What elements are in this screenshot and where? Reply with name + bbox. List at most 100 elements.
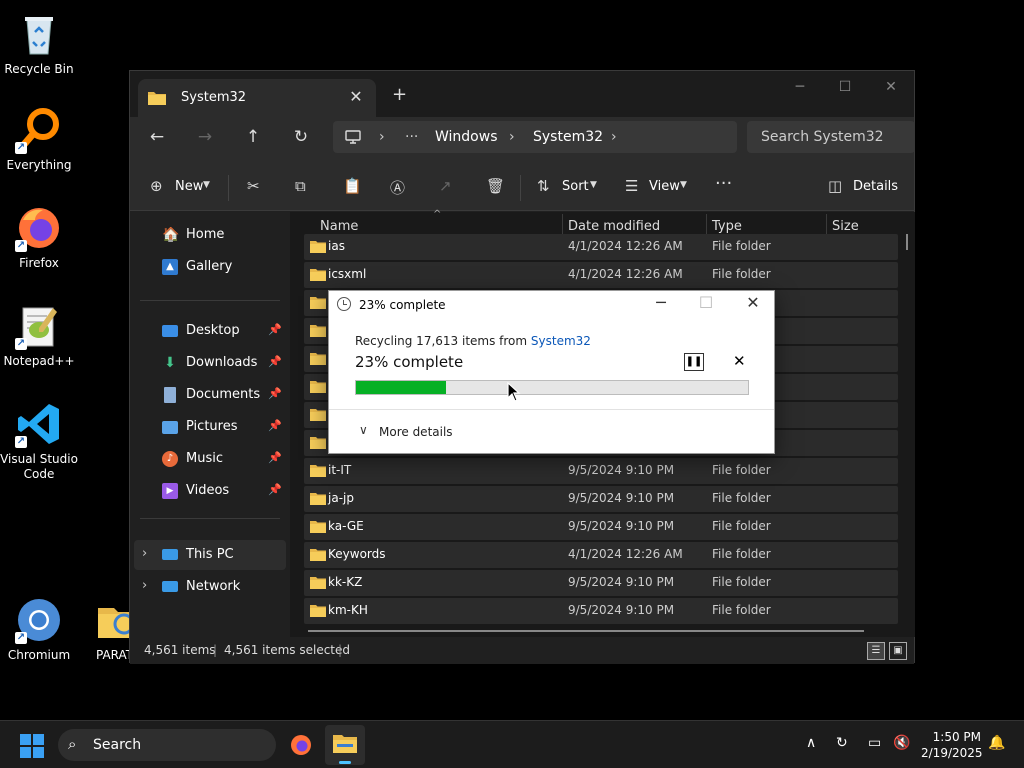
file-explorer-icon: [333, 735, 357, 753]
more-locations-icon[interactable]: ···: [405, 129, 418, 145]
sync-icon[interactable]: ↻: [836, 735, 848, 751]
breadcrumb-system32[interactable]: System32: [533, 129, 603, 145]
new-icon[interactable]: ⊕: [150, 177, 163, 195]
system-clock[interactable]: 1:50 PM 2/19/2025: [921, 729, 983, 761]
chevron-right-icon[interactable]: ›: [142, 578, 147, 593]
start-button[interactable]: [20, 734, 44, 758]
sort-button[interactable]: Sort: [562, 179, 589, 194]
network-status-icon[interactable]: ▭: [868, 735, 881, 751]
table-row[interactable]: ias 4/1/2024 12:26 AM File folder: [304, 234, 898, 260]
more-options-icon[interactable]: ···: [715, 173, 732, 194]
row-type: File folder: [712, 267, 771, 281]
dialog-title: 23% complete: [359, 298, 446, 312]
view-button[interactable]: View: [649, 179, 680, 194]
row-type: File folder: [712, 603, 771, 617]
desktop-icon-recycle-bin[interactable]: Recycle Bin: [0, 10, 78, 77]
folder-icon: [310, 605, 326, 617]
status-bar: 4,561 items | 4,561 items selected | ☰ ▣: [130, 637, 914, 664]
share-icon[interactable]: ↗: [439, 177, 452, 195]
table-row[interactable]: ka-GE 9/5/2024 9:10 PM File folder: [304, 514, 898, 540]
show-hidden-icons-icon[interactable]: ∧: [806, 735, 816, 751]
rename-icon[interactable]: Ⓐ: [390, 177, 405, 198]
desktop-icon-firefox[interactable]: ↗ Firefox: [0, 204, 78, 271]
desktop-icon-chromium[interactable]: ↗ Chromium: [0, 596, 78, 663]
sidebar-item-pictures[interactable]: Pictures 📌: [134, 412, 286, 442]
sidebar-item-downloads[interactable]: ⬇ Downloads 📌: [134, 348, 286, 378]
column-name[interactable]: Name: [320, 219, 358, 234]
details-view-icon[interactable]: ☰: [867, 642, 885, 660]
row-name: Keywords: [328, 547, 386, 561]
copy-icon[interactable]: ⧉: [295, 177, 306, 195]
command-bar: ⊕ New ▼ ✂ ⧉ 📋 Ⓐ ↗ 🗑 ⇅ Sort ▼ ☰ View ▼ ··…: [130, 165, 914, 211]
tab-system32[interactable]: System32 ✕: [138, 79, 376, 117]
taskbar-firefox[interactable]: [281, 725, 321, 765]
maximize-icon[interactable]: ☐: [830, 79, 860, 95]
desktop-icon: [162, 325, 178, 337]
folder-icon: [310, 297, 326, 309]
table-row[interactable]: kk-KZ 9/5/2024 9:10 PM File folder: [304, 570, 898, 596]
folder-icon: [310, 353, 326, 365]
refresh-icon[interactable]: ↻: [288, 127, 314, 147]
delete-icon[interactable]: 🗑: [486, 177, 505, 195]
minimize-icon[interactable]: ─: [649, 293, 673, 312]
vertical-scrollbar[interactable]: [906, 234, 908, 250]
forward-icon[interactable]: →: [192, 127, 218, 147]
details-button[interactable]: Details: [853, 179, 898, 194]
close-dialog-icon[interactable]: ✕: [741, 293, 765, 312]
column-type[interactable]: Type: [712, 219, 742, 234]
table-row[interactable]: icsxml 4/1/2024 12:26 AM File folder: [304, 262, 898, 288]
close-tab-icon[interactable]: ✕: [346, 87, 366, 106]
new-button[interactable]: New: [175, 179, 203, 194]
desktop-icon-label: Everything: [6, 158, 72, 172]
table-row[interactable]: Keywords 4/1/2024 12:26 AM File folder: [304, 542, 898, 568]
sidebar-item-this-pc[interactable]: › This PC: [134, 540, 286, 570]
new-tab-icon[interactable]: +: [392, 84, 407, 105]
sidebar-item-gallery[interactable]: ▲ Gallery: [134, 252, 286, 282]
sidebar-item-network[interactable]: › Network: [134, 572, 286, 602]
taskbar-search-label: Search: [93, 737, 142, 753]
details-pane-icon[interactable]: ◫: [828, 177, 842, 195]
pause-button[interactable]: ❚❚: [684, 353, 704, 371]
address-bar[interactable]: › ··· Windows › System32 ›: [333, 121, 737, 153]
navigation-bar: ← → ↑ ↻ › ··· Windows › System32 › Searc…: [130, 117, 915, 165]
pin-icon: 📌: [268, 451, 282, 464]
desktop-icon-parat[interactable]: PARAT: [78, 596, 130, 663]
column-date-modified[interactable]: Date modified: [568, 219, 660, 234]
pin-icon: 📌: [268, 323, 282, 336]
chevron-down-icon[interactable]: ∨: [359, 423, 368, 437]
more-details-button[interactable]: More details: [379, 425, 453, 439]
up-icon[interactable]: ↑: [240, 127, 266, 147]
column-size[interactable]: Size: [832, 219, 859, 234]
view-icon[interactable]: ☰: [625, 177, 638, 195]
sidebar-item-home[interactable]: 🏠 Home: [134, 220, 286, 250]
desktop-icon-vscode[interactable]: ↗ Visual Studio Code: [0, 400, 78, 482]
minimize-icon[interactable]: ─: [785, 79, 815, 95]
table-row[interactable]: ja-jp 9/5/2024 9:10 PM File folder: [304, 486, 898, 512]
breadcrumb-windows[interactable]: Windows: [435, 129, 498, 145]
chevron-right-icon[interactable]: ›: [142, 546, 147, 561]
sidebar-item-desktop[interactable]: Desktop 📌: [134, 316, 286, 346]
close-window-icon[interactable]: ✕: [876, 79, 906, 95]
sidebar-item-documents[interactable]: Documents 📌: [134, 380, 286, 410]
sort-icon[interactable]: ⇅: [537, 177, 550, 195]
search-input[interactable]: Search System32: [747, 121, 915, 153]
volume-muted-icon[interactable]: 🔇: [893, 735, 910, 751]
table-row[interactable]: it-IT 9/5/2024 9:10 PM File folder: [304, 458, 898, 484]
cut-icon[interactable]: ✂: [247, 177, 260, 195]
chevron-right-icon: ›: [509, 129, 515, 145]
desktop-icon-everything[interactable]: ↗ Everything: [0, 106, 78, 173]
back-icon[interactable]: ←: [144, 127, 170, 147]
table-row[interactable]: km-KH 9/5/2024 9:10 PM File folder: [304, 598, 898, 624]
source-folder-link[interactable]: System32: [531, 334, 591, 348]
tiles-view-icon[interactable]: ▣: [889, 642, 907, 660]
sidebar-item-videos[interactable]: ▶ Videos 📌: [134, 476, 286, 506]
paste-icon[interactable]: 📋: [343, 177, 362, 195]
desktop-icon-notepadpp[interactable]: ↗ Notepad++: [0, 302, 78, 369]
taskbar-file-explorer[interactable]: [325, 725, 365, 765]
sidebar-item-music[interactable]: ♪ Music 📌: [134, 444, 286, 474]
cancel-operation-button[interactable]: ✕: [733, 352, 746, 370]
notifications-icon[interactable]: 🔔: [988, 735, 1005, 751]
taskbar-search[interactable]: ⌕ Search: [58, 729, 276, 761]
horizontal-scrollbar[interactable]: [308, 630, 864, 632]
monitor-icon: [345, 130, 361, 144]
